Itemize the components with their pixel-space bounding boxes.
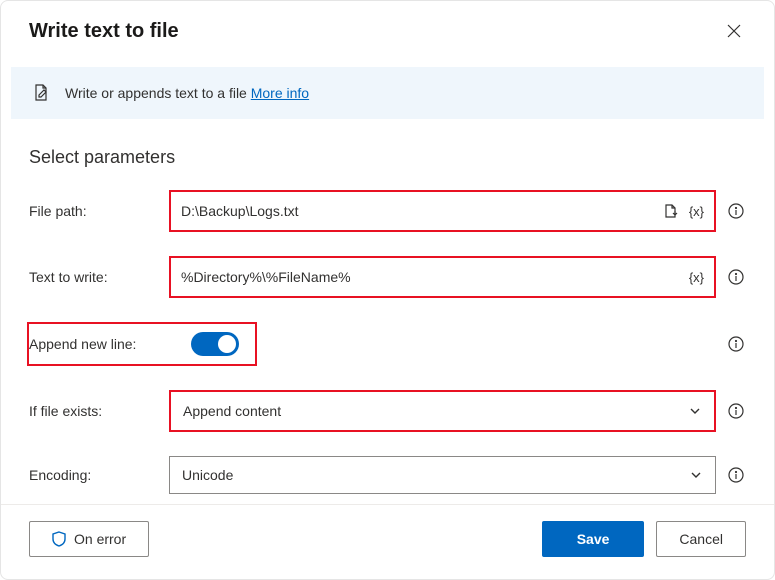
encoding-select[interactable]: Unicode [169, 456, 716, 494]
info-icon[interactable] [726, 267, 746, 287]
row-if-file-exists: If file exists: Append content [29, 390, 746, 432]
chevron-down-icon [688, 404, 702, 418]
shield-icon [52, 531, 66, 547]
if-file-exists-select[interactable]: Append content [171, 392, 714, 430]
file-path-input[interactable]: D:\Backup\Logs.txt {x} [171, 192, 714, 230]
info-icon[interactable] [726, 201, 746, 221]
label-encoding: Encoding: [29, 467, 169, 483]
on-error-button[interactable]: On error [29, 521, 149, 557]
close-button[interactable] [722, 19, 746, 43]
if-file-exists-value: Append content [183, 403, 281, 419]
chevron-down-icon [689, 468, 703, 482]
more-info-link[interactable]: More info [251, 85, 309, 101]
banner-description: Write or appends text to a file [65, 85, 247, 101]
info-icon[interactable] [726, 401, 746, 421]
info-banner: Write or appends text to a file More inf… [11, 67, 764, 119]
encoding-value: Unicode [182, 467, 233, 483]
dialog-footer: On error Save Cancel [1, 504, 774, 579]
file-picker-icon[interactable] [661, 201, 681, 221]
row-file-path: File path: D:\Backup\Logs.txt {x} [29, 190, 746, 232]
content-area: Select parameters File path: D:\Backup\L… [1, 119, 774, 504]
document-edit-icon [31, 83, 51, 103]
cancel-button[interactable]: Cancel [656, 521, 746, 557]
append-new-line-toggle[interactable] [191, 332, 239, 356]
label-text-to-write: Text to write: [29, 269, 169, 285]
info-icon[interactable] [726, 465, 746, 485]
row-append-new-line: Append new line: [29, 322, 746, 366]
row-encoding: Encoding: Unicode [29, 456, 746, 494]
on-error-label: On error [74, 531, 126, 547]
banner-text: Write or appends text to a file More inf… [65, 85, 309, 101]
dialog-header: Write text to file [1, 1, 774, 55]
row-text-to-write: Text to write: %Directory%\%FileName% {x… [29, 256, 746, 298]
dialog-title: Write text to file [29, 20, 179, 43]
section-title: Select parameters [29, 147, 746, 168]
label-if-file-exists: If file exists: [29, 403, 169, 419]
text-to-write-value: %Directory%\%FileName% [181, 269, 681, 285]
variable-picker-icon[interactable]: {x} [689, 270, 704, 285]
file-path-value: D:\Backup\Logs.txt [181, 203, 653, 219]
info-icon[interactable] [726, 334, 746, 354]
label-append-new-line: Append new line: [29, 336, 167, 352]
label-file-path: File path: [29, 203, 169, 219]
save-button[interactable]: Save [542, 521, 645, 557]
text-to-write-input[interactable]: %Directory%\%FileName% {x} [171, 258, 714, 296]
variable-picker-icon[interactable]: {x} [689, 204, 704, 219]
close-icon [727, 24, 741, 38]
